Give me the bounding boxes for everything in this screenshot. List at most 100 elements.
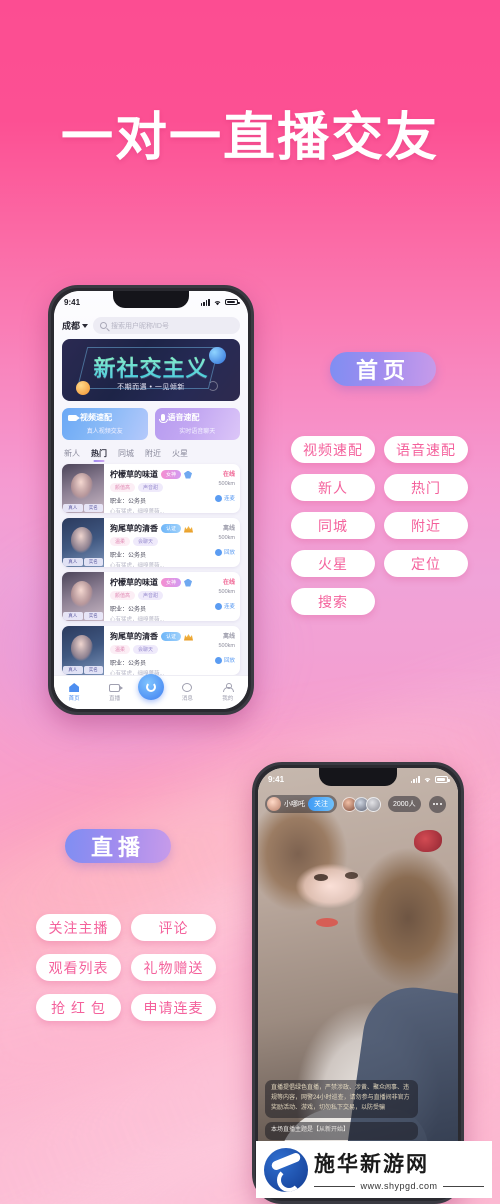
user-list: 真人 实名 柠檬草的味道 女神 颜值高 声音甜 职业：公务员 心有猛虎，细嗅蔷薇… <box>54 462 248 677</box>
user-tag: 声音甜 <box>138 591 164 600</box>
user-distance: 500km <box>218 589 235 595</box>
list-item[interactable]: 真人 实名 狗尾草的清香 认证 温柔 会聊天 职业：公务员 心有猛虎，细嗅蔷薇.… <box>62 626 240 675</box>
chevron-down-icon <box>82 323 89 328</box>
bottom-navigation: 首页 直播 消息 我的 <box>54 673 248 709</box>
crown-icon <box>184 525 193 533</box>
promo-banner[interactable]: 新社交主义 不期而遇 • 一见倾新 <box>62 339 240 401</box>
call-button[interactable]: 回放 <box>214 548 235 556</box>
avatar-badge: 实名 <box>83 504 103 512</box>
phone-notch <box>113 291 189 308</box>
site-url-row: www.shypgd.com <box>314 1181 484 1191</box>
section-title-home: 首页 <box>330 352 437 386</box>
tag-nearby[interactable]: 附近 <box>384 512 468 539</box>
user-tag: 颜值高 <box>110 591 136 600</box>
banner-title: 新社交主义 <box>62 351 240 383</box>
tag-samecity[interactable]: 同城 <box>291 512 375 539</box>
tag-voice-match[interactable]: 语音速配 <box>384 436 468 463</box>
nav-label: 直播 <box>109 695 121 702</box>
divider <box>442 1185 484 1187</box>
user-meta: 离线 500km 回放 <box>198 518 240 567</box>
avatar: 真人 实名 <box>62 464 104 513</box>
voice-match-card[interactable]: 语音速配 实时语音聊天 <box>154 408 240 440</box>
user-desc: 心有猛虎，细嗅蔷薇... <box>110 617 165 621</box>
tab-nearby[interactable]: 附近 <box>145 448 161 459</box>
phone-icon <box>214 494 222 502</box>
tag-red-packet[interactable]: 抢 红 包 <box>36 994 121 1021</box>
call-button[interactable]: 连麦 <box>214 602 235 610</box>
tab-hot[interactable]: 热门 <box>91 448 107 459</box>
host-name: 小哪吒 <box>284 801 305 808</box>
portrait-detail <box>314 874 328 881</box>
gem-icon <box>184 470 193 479</box>
tag-location[interactable]: 定位 <box>384 550 468 577</box>
phone-notch <box>319 768 397 786</box>
voice-match-title: 语音速配 <box>167 413 200 422</box>
more-dots-icon[interactable] <box>428 795 446 813</box>
status-badge: 离线 <box>222 634 235 640</box>
tag-follow-host[interactable]: 关注主播 <box>36 914 121 941</box>
status-time: 9:41 <box>64 297 81 307</box>
list-item[interactable]: 真人 实名 狗尾草的清香 认证 温柔 会聊天 职业：公务员 心有猛虎，细嗅蔷薇.… <box>62 518 240 567</box>
message-icon <box>182 683 193 692</box>
tab-samecity[interactable]: 同城 <box>118 448 134 459</box>
user-distance: 500km <box>218 643 235 649</box>
viewer-count[interactable]: 2000人 <box>388 796 421 812</box>
tag-comment[interactable]: 评论 <box>131 914 216 941</box>
tag-mars[interactable]: 火星 <box>291 550 375 577</box>
viewer-avatars[interactable] <box>342 796 381 812</box>
status-badge: 女神 <box>161 470 182 479</box>
search-placeholder: 搜索用户昵称/ID号 <box>111 322 169 330</box>
avatar-badge: 真人 <box>63 504 83 512</box>
call-button[interactable]: 连麦 <box>214 494 235 502</box>
nav-item-live[interactable]: 直播 <box>98 683 132 702</box>
phone-icon <box>214 656 222 664</box>
call-button[interactable]: 回放 <box>214 656 235 664</box>
status-badge: 认证 <box>161 524 181 533</box>
nav-item-messages[interactable]: 消息 <box>170 683 204 702</box>
user-name: 柠檬草的味道 <box>110 470 158 479</box>
follow-button[interactable]: 关注 <box>308 797 334 811</box>
nav-item-profile[interactable]: 我的 <box>211 683 245 702</box>
user-tags: 颜值高 声音甜 <box>110 483 193 492</box>
avatar <box>267 797 281 811</box>
avatar-badge: 实名 <box>83 666 103 674</box>
nav-center-button[interactable] <box>137 673 164 700</box>
avatar-badge: 真人 <box>63 612 83 620</box>
tag-newcomer[interactable]: 新人 <box>291 474 375 501</box>
search-input[interactable]: 搜索用户昵称/ID号 <box>93 317 240 334</box>
user-info: 柠檬草的味道 女神 颜值高 声音甜 职业：公务员 心有猛虎，细嗅蔷薇... <box>104 464 198 513</box>
video-match-card[interactable]: 视频速配 真人视频交友 <box>62 408 148 440</box>
user-tags: 温柔 会聊天 <box>110 645 193 654</box>
tab-mars[interactable]: 火星 <box>172 448 188 459</box>
user-info: 狗尾草的清香 认证 温柔 会聊天 职业：公务员 心有猛虎，细嗅蔷薇... <box>104 518 198 567</box>
list-item[interactable]: 真人 实名 柠檬草的味道 女神 颜值高 声音甜 职业：公务员 心有猛虎，细嗅蔷薇… <box>62 572 240 621</box>
user-meta: 在线 500km 连麦 <box>198 572 240 621</box>
site-watermark: 施华新游网 www.shypgd.com <box>256 1141 492 1198</box>
tag-apply-mic[interactable]: 申请连麦 <box>131 994 216 1021</box>
home-app-screen: 9:41 成都 搜索用户昵称/ID号 新社交主义 不期而遇 • 一见倾新 视频速… <box>54 291 248 709</box>
nav-item-home[interactable]: 首页 <box>57 683 91 702</box>
chat-message-topic: 本场直播主题是【从新开始】 <box>265 1121 418 1140</box>
host-info-chip[interactable]: 小哪吒 关注 <box>265 795 337 813</box>
user-tags: 颜值高 声音甜 <box>110 591 193 600</box>
status-badge: 在线 <box>222 472 235 478</box>
user-tag: 温柔 <box>110 645 131 654</box>
status-time: 9:41 <box>268 775 285 784</box>
list-item[interactable]: 真人 实名 柠檬草的味道 女神 颜值高 声音甜 职业：公务员 心有猛虎，细嗅蔷薇… <box>62 464 240 513</box>
tag-gift[interactable]: 礼物赠送 <box>131 954 216 981</box>
call-label: 回放 <box>223 550 235 556</box>
tag-search[interactable]: 搜索 <box>291 588 375 615</box>
tab-newcomer[interactable]: 新人 <box>64 448 80 459</box>
tag-hot[interactable]: 热门 <box>384 474 468 501</box>
user-info: 柠檬草的味道 女神 颜值高 声音甜 职业：公务员 心有猛虎，细嗅蔷薇... <box>104 572 198 621</box>
avatar-face <box>71 527 93 553</box>
tag-viewer-list[interactable]: 观看列表 <box>36 954 121 981</box>
tag-video-match[interactable]: 视频速配 <box>291 436 375 463</box>
video-match-head: 视频速配 <box>68 412 142 423</box>
city-label: 成都 <box>62 321 81 331</box>
city-selector[interactable]: 成都 <box>62 319 89 332</box>
user-tag: 声音甜 <box>138 483 164 492</box>
home-feature-tags: 视频速配 语音速配 新人 热门 同城 附近 火星 定位 搜索 <box>291 436 491 615</box>
avatar-badge: 实名 <box>83 612 103 620</box>
avatar-badges: 真人 实名 <box>62 665 104 675</box>
